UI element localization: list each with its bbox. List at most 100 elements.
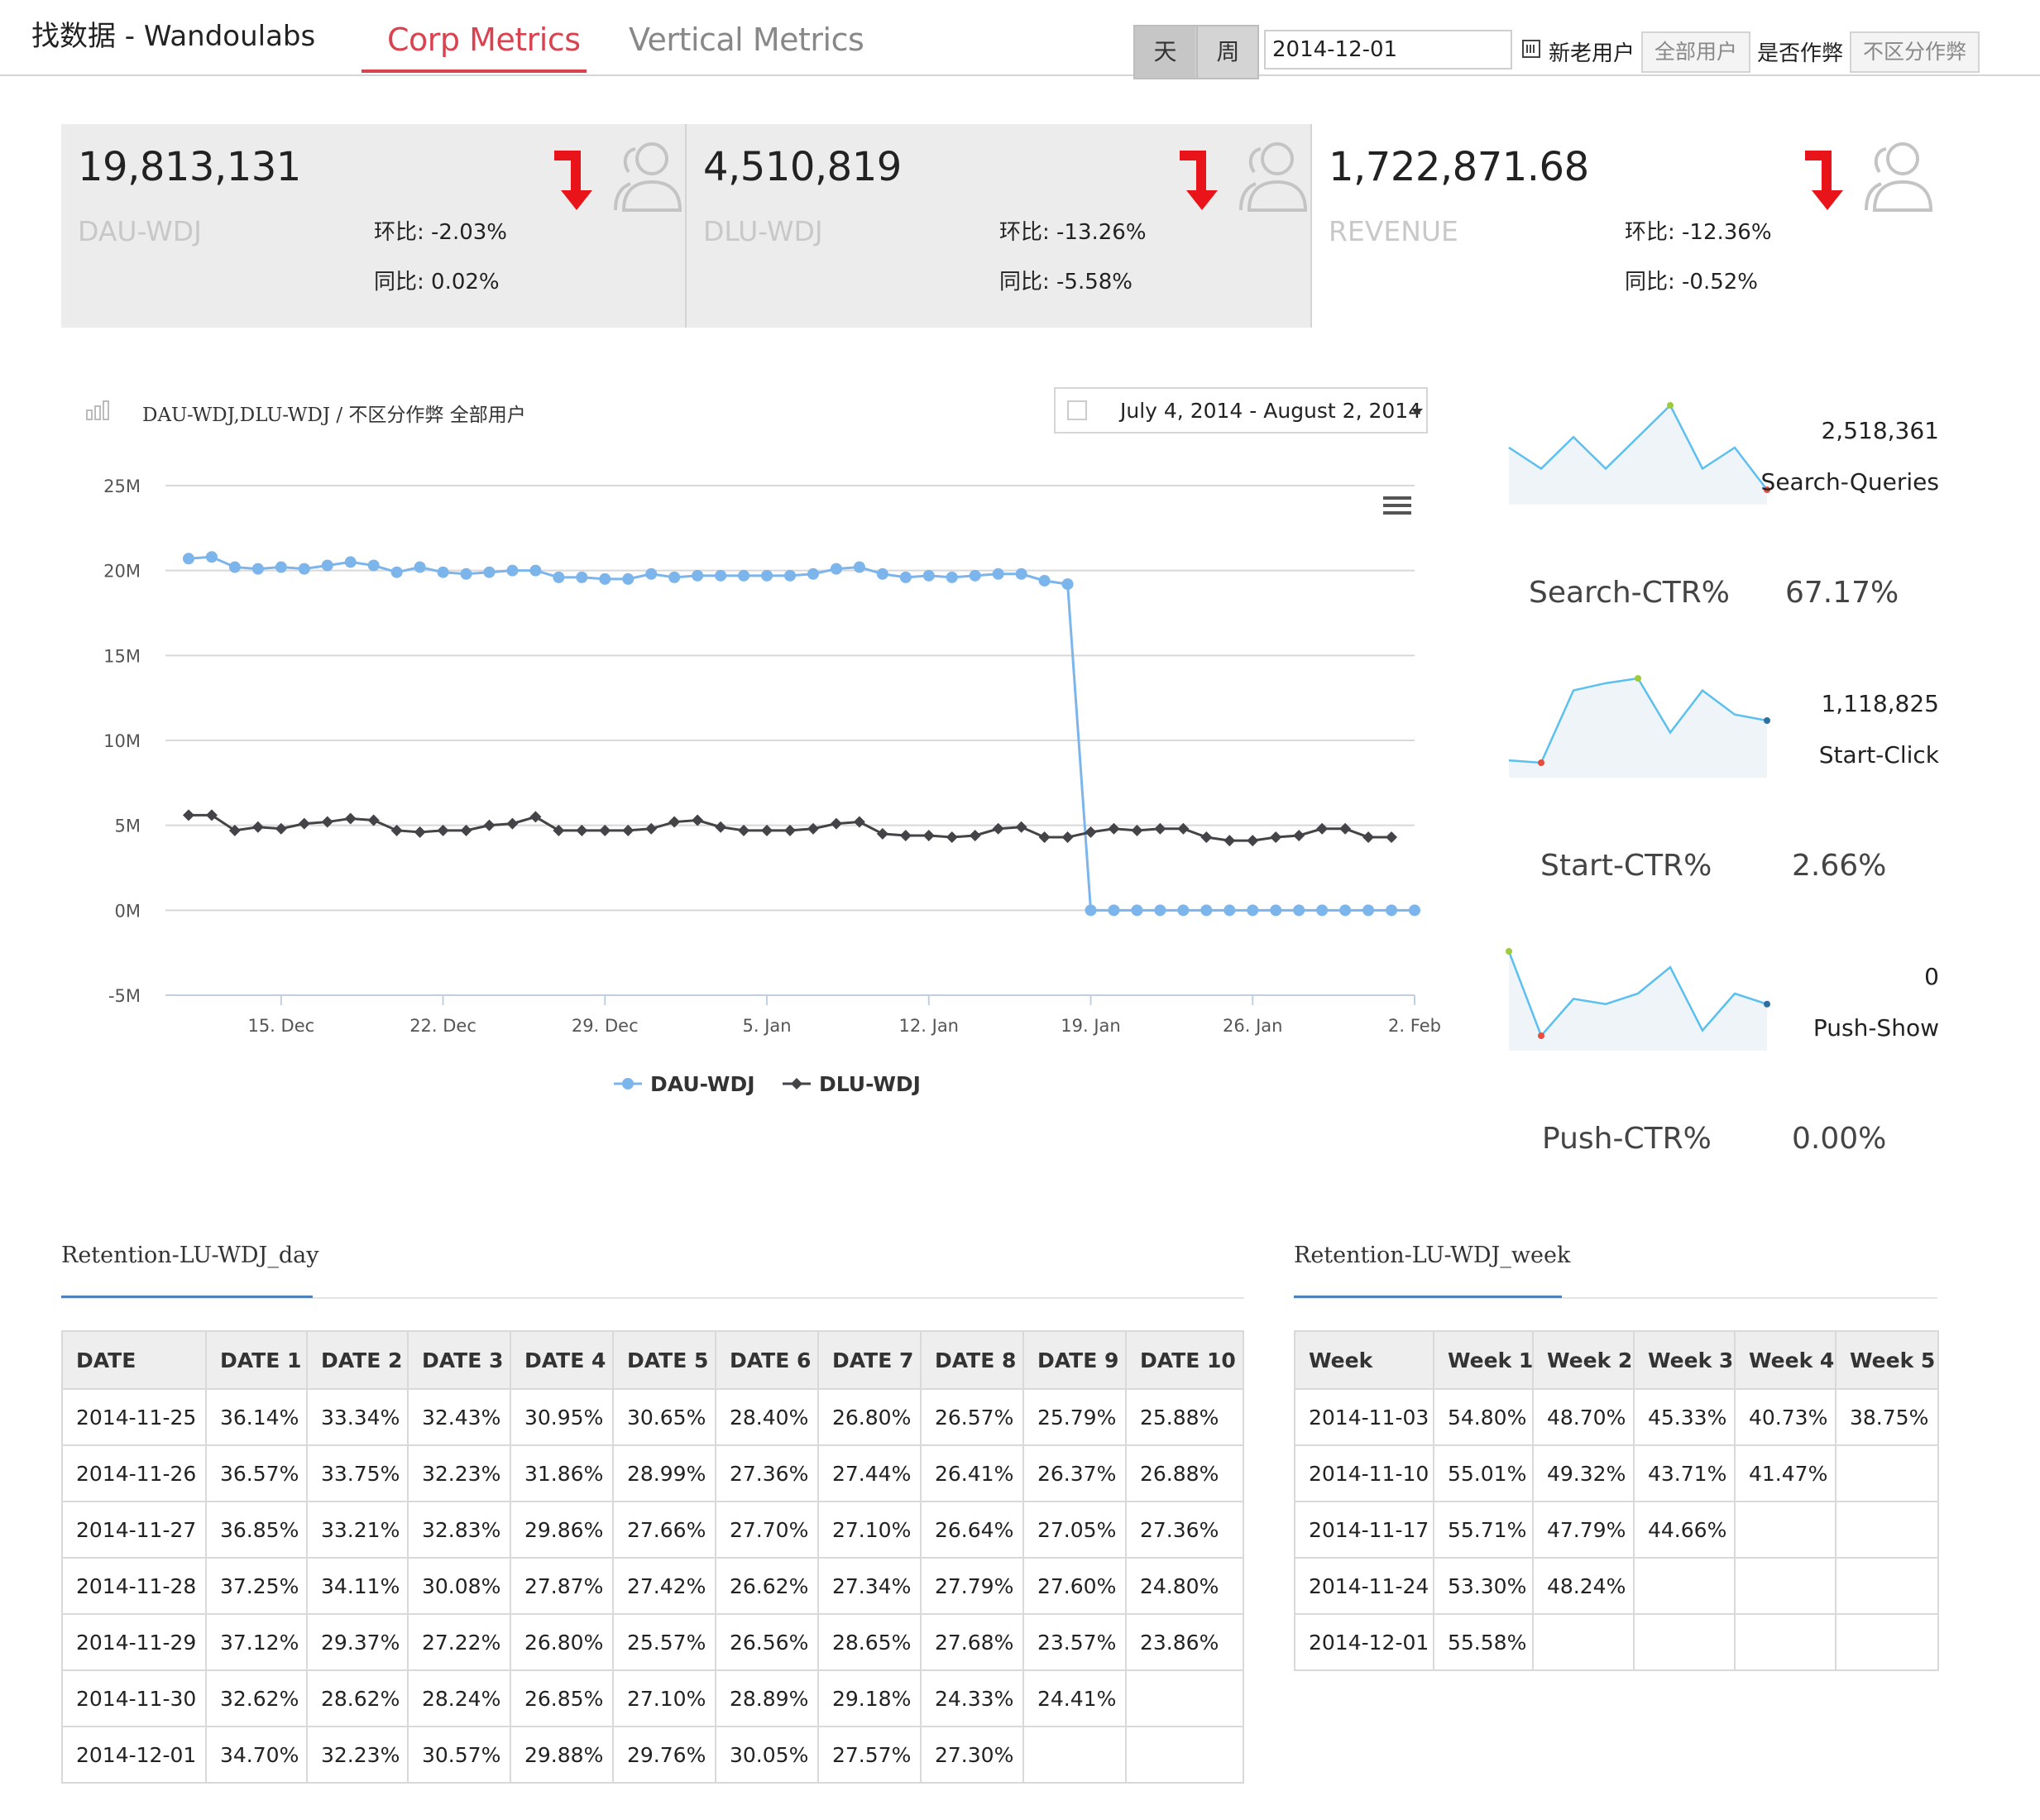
- column-header[interactable]: DATE 5: [612, 1330, 716, 1390]
- date-range-picker[interactable]: July 4, 2014 - August 2, 2014: [1054, 387, 1428, 433]
- dlu-wdj-point: [1108, 822, 1120, 835]
- dlu-wdj-point: [899, 829, 912, 841]
- calendar-icon[interactable]: [1522, 40, 1540, 58]
- column-header[interactable]: Week 5: [1835, 1330, 1939, 1390]
- retention-cell: 33.21%: [306, 1501, 409, 1559]
- sparkline-max-point: [1667, 402, 1674, 409]
- retention-cell: 32.23%: [407, 1444, 511, 1502]
- dlu-wdj-point: [1015, 821, 1027, 833]
- column-header[interactable]: DATE 1: [205, 1330, 308, 1390]
- retention-cell: 47.79%: [1532, 1501, 1635, 1559]
- row-date-cell: 2014-11-17: [1294, 1501, 1434, 1559]
- dau-wdj-point: [1386, 904, 1398, 917]
- retention-cell: [1734, 1613, 1836, 1671]
- granularity-week-button[interactable]: 周: [1196, 26, 1258, 78]
- dau-wdj-point: [1154, 904, 1166, 917]
- retention-cell: 24.33%: [920, 1669, 1024, 1727]
- retention-cell: 32.62%: [205, 1669, 308, 1727]
- kpi-card-dau[interactable]: 19,813,131 DAU-WDJ 环比: -2.03% 同比: 0.02%: [61, 124, 685, 328]
- retention-cell: 26.62%: [715, 1557, 819, 1615]
- retention-cell: 48.70%: [1532, 1388, 1635, 1446]
- kpi-value: 4,510,819: [703, 144, 902, 190]
- dau-wdj-point: [1362, 904, 1375, 917]
- column-header[interactable]: Week 4: [1734, 1330, 1836, 1390]
- start-click-value: 1,118,825: [1821, 690, 1939, 717]
- date-input[interactable]: [1264, 30, 1512, 69]
- retention-cell: 26.56%: [715, 1613, 819, 1671]
- column-header[interactable]: Week: [1294, 1330, 1434, 1390]
- dau-wdj-point: [1131, 904, 1143, 917]
- search-queries-value: 2,518,361: [1821, 417, 1939, 444]
- user-icon: [614, 142, 682, 212]
- dlu-wdj-point: [576, 824, 588, 836]
- column-header[interactable]: Week 3: [1633, 1330, 1736, 1390]
- dlu-wdj-point: [1038, 831, 1051, 844]
- tab-corp-metrics[interactable]: Corp Metrics: [387, 22, 581, 58]
- cheat-filter-button[interactable]: 不区分作弊: [1850, 31, 1980, 73]
- kpi-card-dlu[interactable]: 4,510,819 DLU-WDJ 环比: -13.26% 同比: -5.58%: [687, 124, 1310, 328]
- user-filter-button[interactable]: 全部用户: [1641, 31, 1751, 73]
- sparkline-max-point: [1506, 948, 1512, 955]
- dau-wdj-point: [807, 568, 819, 580]
- retention-cell: 27.66%: [612, 1501, 716, 1559]
- retention-day-table: DATE DATE 1 DATE 2 DATE 3 DATE 4 DATE 5 DATE 6…: [61, 1330, 1244, 1784]
- retention-cell: 53.30%: [1433, 1557, 1534, 1615]
- retention-cell: 43.71%: [1633, 1444, 1736, 1502]
- calendar-icon: [1067, 400, 1087, 420]
- legend-item-dau-wdj[interactable]: DAU-WDJ: [614, 1072, 755, 1096]
- retention-cell: 27.44%: [817, 1444, 922, 1502]
- column-header[interactable]: DATE 9: [1022, 1330, 1127, 1390]
- retention-cell: 26.80%: [510, 1613, 614, 1671]
- column-header[interactable]: DATE 4: [510, 1330, 614, 1390]
- retention-cell: 33.75%: [306, 1444, 409, 1502]
- sparkline-line: [1508, 403, 1768, 491]
- sparkline-end-point: [1764, 1000, 1770, 1008]
- dau-wdj-point: [1015, 568, 1027, 580]
- column-header[interactable]: DATE 8: [920, 1330, 1024, 1390]
- dlu-wdj-point: [1247, 835, 1259, 847]
- granularity-day-button[interactable]: 天: [1135, 26, 1195, 78]
- sparkline-end-point: [1764, 717, 1770, 724]
- retention-cell: 30.57%: [407, 1726, 511, 1784]
- tab-vertical-metrics[interactable]: Vertical Metrics: [629, 22, 864, 58]
- dlu-wdj-point: [182, 809, 194, 821]
- y-tick-label: 20M: [103, 562, 141, 582]
- sparkline-max-point: [1635, 675, 1641, 682]
- retention-cell: 27.36%: [1125, 1501, 1244, 1559]
- column-header[interactable]: DATE 10: [1125, 1330, 1244, 1390]
- dau-wdj-point: [1224, 904, 1236, 917]
- dau-wdj-point: [1038, 574, 1051, 587]
- retention-cell: 55.58%: [1433, 1613, 1534, 1671]
- retention-cell: 23.57%: [1022, 1613, 1127, 1671]
- dlu-wdj-point: [922, 829, 935, 841]
- bar-chart-icon: [86, 400, 109, 420]
- retention-cell: [1125, 1669, 1244, 1727]
- column-header[interactable]: DATE 2: [306, 1330, 409, 1390]
- table-row: 2014-12-01 55.58%: [1294, 1613, 1939, 1671]
- sparkline-min-point: [1538, 759, 1544, 766]
- legend-item-dlu-wdj[interactable]: DLU-WDJ: [783, 1072, 921, 1096]
- column-header[interactable]: DATE 3: [407, 1330, 511, 1390]
- retention-cell: 32.23%: [306, 1726, 409, 1784]
- retention-cell: 34.11%: [306, 1557, 409, 1615]
- hamburger-icon[interactable]: [1383, 496, 1411, 515]
- dau-wdj-point: [761, 569, 773, 582]
- down-arrow-icon: [1180, 151, 1218, 210]
- column-header[interactable]: Week 1: [1433, 1330, 1534, 1390]
- dlu-wdj-point: [622, 824, 635, 836]
- retention-cell: 34.70%: [205, 1726, 308, 1784]
- dlu-wdj-point: [1362, 831, 1375, 844]
- column-header[interactable]: Week 2: [1532, 1330, 1635, 1390]
- retention-cell: [1835, 1557, 1939, 1615]
- row-date-cell: 2014-11-28: [61, 1557, 207, 1615]
- retention-cell: [1835, 1501, 1939, 1559]
- dlu-wdj-point: [668, 816, 681, 828]
- dlu-wdj-point: [1061, 831, 1074, 844]
- retention-cell: 28.40%: [715, 1388, 819, 1446]
- dlu-wdj-point: [1224, 835, 1236, 847]
- column-header[interactable]: DATE 6: [715, 1330, 819, 1390]
- kpi-card-revenue[interactable]: 1,722,871.68 REVENUE 环比: -12.36% 同比: -0.…: [1312, 124, 1936, 328]
- column-header[interactable]: DATE: [61, 1330, 207, 1390]
- x-tick-label: 2. Feb: [1388, 1016, 1441, 1036]
- column-header[interactable]: DATE 7: [817, 1330, 922, 1390]
